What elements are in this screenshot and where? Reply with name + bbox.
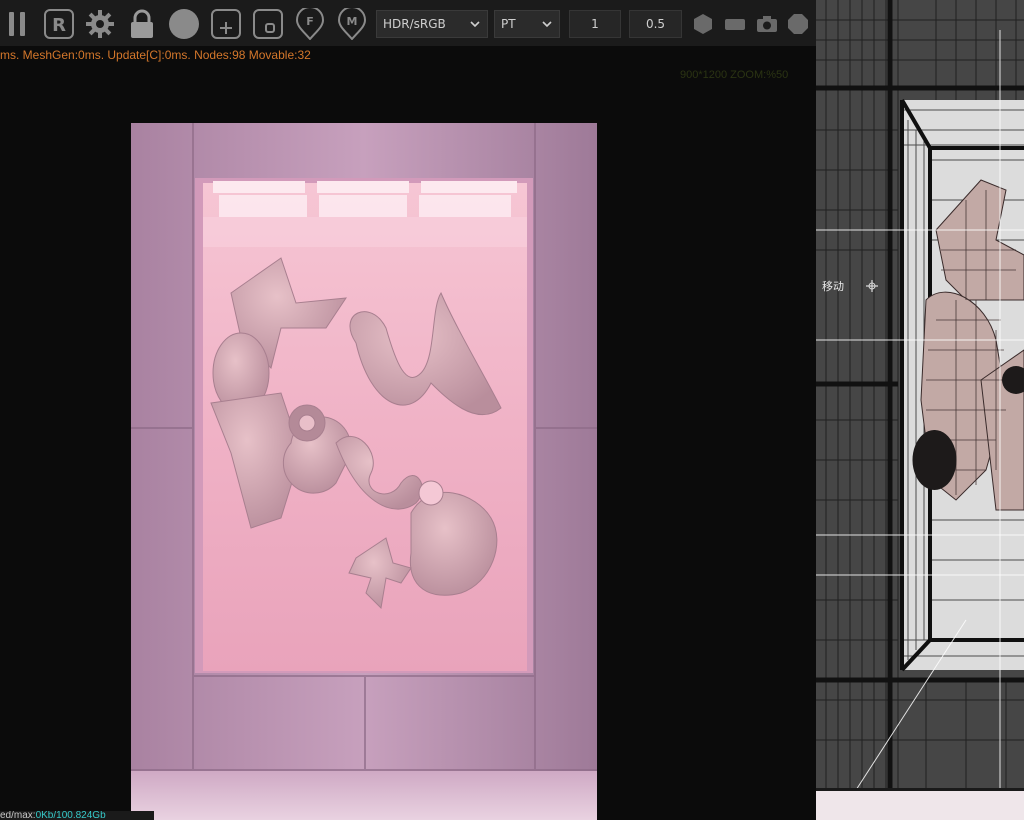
wireframe-scene bbox=[816, 0, 1024, 820]
octagon-icon[interactable] bbox=[787, 13, 809, 35]
render-stats: ms. MeshGen:0ms. Update[C]:0ms. Nodes:98… bbox=[0, 48, 311, 62]
measure-marker-icon[interactable]: M bbox=[336, 8, 368, 40]
add-plane-icon[interactable] bbox=[252, 8, 284, 40]
camera-icon[interactable] bbox=[756, 13, 778, 35]
render-mode-value: PT bbox=[501, 17, 516, 31]
viewport-resolution-info: 900*1200 ZOOM:%50 bbox=[680, 69, 789, 81]
move-tool-label[interactable]: 移动 bbox=[822, 278, 844, 294]
render-viewport[interactable] bbox=[131, 123, 597, 820]
move-crosshair-icon[interactable] bbox=[864, 278, 880, 294]
focus-marker-icon[interactable]: F bbox=[294, 8, 326, 40]
wireframe-viewport[interactable] bbox=[816, 0, 1024, 820]
toolbar: R F M HDR/sRGB PT 1 0.5 bbox=[0, 0, 816, 46]
reset-icon[interactable]: R bbox=[43, 8, 75, 40]
memory-label: ed/max: bbox=[0, 811, 36, 820]
chevron-down-icon bbox=[469, 11, 481, 37]
hexagon-icon[interactable] bbox=[692, 13, 714, 35]
value-a-input[interactable]: 1 bbox=[569, 10, 621, 38]
color-mode-select[interactable]: HDR/sRGB bbox=[376, 10, 488, 38]
render-mode-select[interactable]: PT bbox=[494, 10, 560, 38]
svg-text:R: R bbox=[52, 15, 66, 36]
value-b-input[interactable]: 0.5 bbox=[629, 10, 682, 38]
sphere-material-icon[interactable] bbox=[168, 8, 200, 40]
rendered-scene bbox=[131, 123, 597, 820]
lock-icon[interactable] bbox=[126, 8, 158, 40]
aspect-ratio-icon[interactable] bbox=[724, 13, 746, 35]
memory-value: 0Kb/100.824Gb bbox=[35, 811, 106, 820]
svg-text:M: M bbox=[347, 15, 358, 28]
svg-text:F: F bbox=[306, 15, 314, 28]
add-object-icon[interactable] bbox=[210, 8, 242, 40]
settings-gear-icon[interactable] bbox=[84, 8, 116, 40]
chevron-down-icon bbox=[541, 11, 553, 37]
memory-status: ed/max:0Kb/100.824Gb bbox=[0, 811, 154, 820]
color-mode-value: HDR/sRGB bbox=[383, 17, 446, 31]
pause-icon[interactable] bbox=[2, 8, 34, 40]
